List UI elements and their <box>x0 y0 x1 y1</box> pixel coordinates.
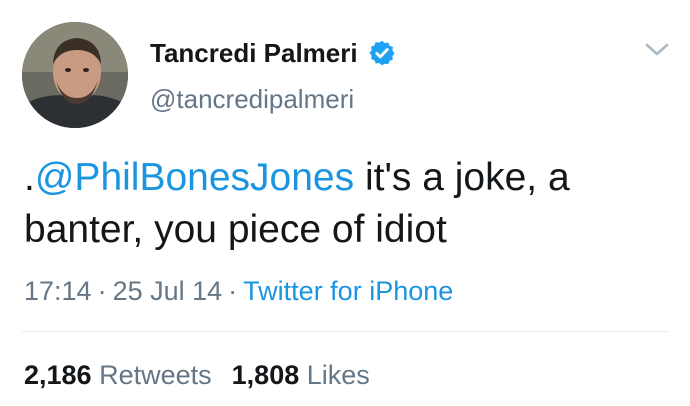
tweet-meta: 17:14 · 25 Jul 14 · Twitter for iPhone <box>24 276 453 307</box>
chevron-down-icon[interactable] <box>644 40 670 60</box>
tweet-card: Tancredi Palmeri @tancredipalmeri .@Phil… <box>0 0 690 406</box>
author-handle[interactable]: @tancredipalmeri <box>150 84 354 115</box>
verified-badge-icon <box>369 40 395 66</box>
tweet-text: .@PhilBonesJones it's a joke, a banter, … <box>24 152 664 256</box>
divider <box>22 331 668 332</box>
retweets-count: 2,186 <box>24 360 92 390</box>
mention-link[interactable]: @PhilBonesJones <box>35 156 354 199</box>
tweet-stats: 2,186 Retweets 1,808 Likes <box>24 360 390 391</box>
retweets-stat[interactable]: 2,186 Retweets <box>24 360 212 390</box>
likes-count: 1,808 <box>231 360 300 390</box>
tweet-source-link[interactable]: Twitter for iPhone <box>243 276 453 306</box>
author-display-name[interactable]: Tancredi Palmeri <box>150 38 358 69</box>
avatar[interactable] <box>22 22 128 128</box>
tweet-text-prefix: . <box>24 156 35 199</box>
tweet-date[interactable]: 25 Jul 14 <box>113 276 223 306</box>
author-name-row: Tancredi Palmeri <box>150 36 396 70</box>
retweets-label: Retweets <box>99 360 212 390</box>
tweet-time[interactable]: 17:14 <box>24 276 92 306</box>
meta-separator: · <box>228 276 238 306</box>
likes-label: Likes <box>306 360 370 390</box>
meta-separator: · <box>97 276 107 306</box>
likes-stat[interactable]: 1,808 Likes <box>232 360 370 390</box>
avatar-photo <box>22 22 128 128</box>
